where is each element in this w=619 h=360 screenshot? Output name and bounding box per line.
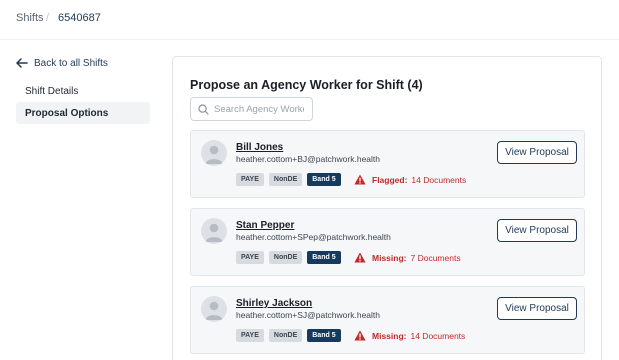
warning-triangle-icon bbox=[354, 252, 366, 263]
sidebar-item-label: Shift Details bbox=[25, 85, 79, 97]
worker-tags: PAYE NonDE Band 5 bbox=[236, 251, 341, 264]
status-count: 14 Documents bbox=[410, 330, 466, 341]
search-input[interactable] bbox=[214, 103, 304, 115]
warning-triangle-icon bbox=[354, 330, 366, 341]
sidebar-item-proposal-options[interactable]: Proposal Options bbox=[16, 102, 150, 124]
breadcrumb-separator: / bbox=[46, 12, 50, 24]
status-count: 7 Documents bbox=[410, 252, 461, 263]
tag-nonde: NonDE bbox=[268, 251, 303, 264]
tag-nonde: NonDE bbox=[268, 173, 303, 186]
document-status: Missing: 14 Documents bbox=[354, 330, 465, 341]
user-avatar-icon bbox=[201, 296, 227, 322]
document-status: Flagged: 14 Documents bbox=[354, 174, 466, 185]
warning-triangle-icon bbox=[354, 174, 366, 185]
tag-paye: PAYE bbox=[236, 329, 264, 342]
breadcrumb-shift-id: 6540687 bbox=[58, 12, 101, 24]
worker-card: Stan Pepper heather.cottom+SPep@patchwor… bbox=[190, 208, 585, 276]
status-label: Missing: bbox=[372, 330, 407, 341]
view-proposal-button[interactable]: View Proposal bbox=[497, 141, 577, 164]
sidebar-item-shift-details[interactable]: Shift Details bbox=[16, 80, 150, 102]
worker-tags: PAYE NonDE Band 5 bbox=[236, 173, 341, 186]
worker-card: Shirley Jackson heather.cottom+SJ@patchw… bbox=[190, 286, 585, 354]
worker-card: Bill Jones heather.cottom+BJ@patchwork.h… bbox=[190, 130, 585, 198]
user-avatar-icon bbox=[201, 140, 227, 166]
worker-email: heather.cottom+SJ@patchwork.health bbox=[236, 310, 381, 320]
worker-name[interactable]: Bill Jones bbox=[236, 142, 283, 153]
worker-name[interactable]: Shirley Jackson bbox=[236, 298, 312, 309]
worker-tags: PAYE NonDE Band 5 bbox=[236, 329, 341, 342]
status-label: Flagged: bbox=[372, 174, 408, 185]
proposal-panel: Propose an Agency Worker for Shift (4) B… bbox=[172, 56, 602, 360]
view-proposal-button[interactable]: View Proposal bbox=[497, 297, 577, 320]
worker-email: heather.cottom+BJ@patchwork.health bbox=[236, 154, 381, 164]
sidebar-item-label: Proposal Options bbox=[25, 107, 109, 119]
search-box[interactable] bbox=[190, 97, 313, 121]
arrow-left-icon bbox=[16, 58, 28, 68]
breadcrumb-shifts[interactable]: Shifts bbox=[16, 12, 44, 24]
document-status: Missing: 7 Documents bbox=[354, 252, 461, 263]
tag-band: Band 5 bbox=[307, 173, 341, 186]
top-bar: Shifts / 6540687 bbox=[0, 0, 619, 40]
tag-paye: PAYE bbox=[236, 173, 264, 186]
status-label: Missing: bbox=[372, 252, 407, 263]
worker-name[interactable]: Stan Pepper bbox=[236, 220, 294, 231]
search-icon bbox=[198, 103, 209, 115]
page-title: Propose an Agency Worker for Shift (4) bbox=[190, 78, 423, 92]
view-proposal-button[interactable]: View Proposal bbox=[497, 219, 577, 242]
tag-band: Band 5 bbox=[307, 251, 341, 264]
tag-nonde: NonDE bbox=[268, 329, 303, 342]
status-count: 14 Documents bbox=[411, 174, 467, 185]
worker-email: heather.cottom+SPep@patchwork.health bbox=[236, 232, 391, 242]
user-avatar-icon bbox=[201, 218, 227, 244]
back-to-shifts-link[interactable]: Back to all Shifts bbox=[16, 55, 108, 71]
tag-band: Band 5 bbox=[307, 329, 341, 342]
back-label: Back to all Shifts bbox=[34, 57, 108, 69]
tag-paye: PAYE bbox=[236, 251, 264, 264]
